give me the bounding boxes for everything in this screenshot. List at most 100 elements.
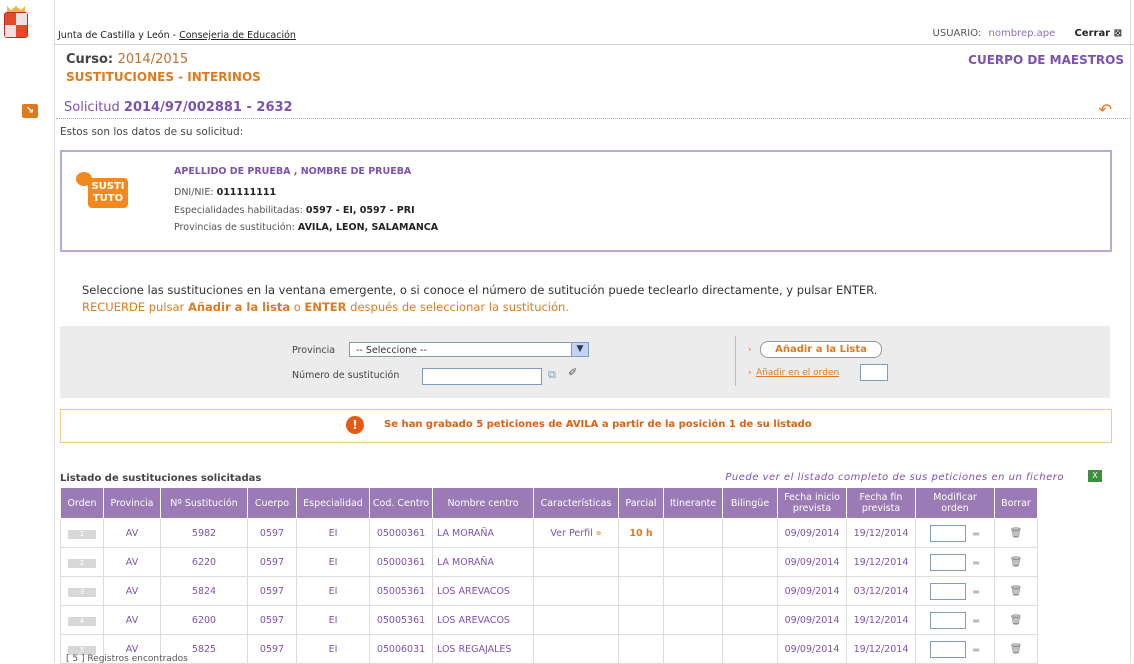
modify-order-input[interactable] [930, 524, 967, 542]
cell-esp: EI [296, 576, 370, 606]
chevron-down-icon[interactable]: ▼ [571, 343, 588, 356]
solicitud-label: Solicitud [64, 100, 120, 115]
user-label: USUARIO: [932, 28, 982, 39]
lookup-icon[interactable]: ⧉ [548, 368, 556, 382]
cell-esp: EI [296, 634, 370, 664]
close-label: Cerrar [1074, 28, 1111, 39]
instr-d: ENTER [304, 300, 347, 314]
delete-icon[interactable]: 🗑 [1010, 615, 1023, 626]
cell-num: 5824 [160, 576, 248, 606]
col-num: Nº Sustitución [160, 487, 248, 519]
table-row: 4 AV 6200 0597 EI 05005361 LOS AREVACOS … [60, 605, 1038, 635]
cell-modificar: ▬ [915, 634, 995, 664]
excel-icon[interactable]: X [1088, 470, 1102, 482]
search-form-panel [60, 326, 1110, 398]
form-separator [735, 336, 736, 386]
numero-sustitucion-input[interactable] [422, 368, 542, 385]
back-arrow-icon[interactable]: ↶ [1099, 100, 1112, 119]
delete-icon[interactable]: 🗑 [1010, 557, 1023, 568]
order-input[interactable] [860, 364, 888, 381]
left-border-line [54, 0, 55, 663]
cell-parcial [618, 547, 664, 577]
ver-perfil-link[interactable]: Ver Perfil » [533, 518, 619, 548]
provincia-select[interactable]: -- Seleccione -- ▼ [349, 342, 589, 357]
add-to-list-button[interactable]: Añadir a la Lista [760, 341, 882, 358]
col-cuerpo: Cuerpo [247, 487, 297, 519]
chevron-right-icon: » [595, 527, 602, 539]
cell-cod: 05005361 [369, 576, 433, 606]
cell-parcial [618, 576, 664, 606]
instr-a: RECUERDE pulsar [82, 300, 188, 314]
cell-parcial [618, 605, 664, 635]
cell-modificar: ▬ [915, 576, 995, 606]
dept-link[interactable]: Consejeria de Educación [179, 30, 296, 41]
add-in-order-link[interactable]: Añadir en el orden [756, 368, 839, 378]
order-badge: 2 [68, 558, 96, 568]
list-title: Listado de sustituciones solicitadas [60, 473, 262, 484]
cell-num: 6220 [160, 547, 248, 577]
list-file-link[interactable]: Puede ver el listado completo de sus pet… [725, 472, 1064, 483]
delete-icon[interactable]: 🗑 [1010, 644, 1023, 655]
modify-order-input[interactable] [930, 611, 967, 629]
logo-text: SUSTI TUTO [88, 178, 128, 208]
logo-text-1: SUSTI [91, 181, 125, 192]
apply-order-icon[interactable]: ▬ [972, 586, 980, 597]
close-session-button[interactable]: Cerrar ⊠ [1074, 28, 1122, 39]
right-border-line [1130, 0, 1131, 663]
cell-borrar: 🗑 [994, 518, 1038, 548]
instr-b: Añadir a la lista [187, 300, 291, 314]
cell-provincia: AV [103, 518, 161, 548]
delete-icon[interactable]: 🗑 [1010, 528, 1023, 539]
apply-order-icon[interactable]: ▬ [972, 528, 980, 539]
prov-label: Provincias de sustitución: [174, 222, 295, 233]
cell-itinerante [663, 634, 723, 664]
crest-icon [4, 6, 28, 38]
close-icon: ⊠ [1113, 28, 1122, 39]
cell-bilingue [722, 605, 778, 635]
col-fin: Fecha fin prevista [846, 487, 916, 519]
row-order: 3 [60, 576, 104, 606]
apply-order-icon[interactable]: ▬ [972, 557, 980, 568]
modify-order-input[interactable] [930, 582, 967, 600]
instr-e: después de seleccionar la sustitución. [346, 300, 569, 314]
provincia-label: Provincia [292, 345, 336, 356]
instr-c: o [290, 300, 305, 314]
cell-inicio: 09/09/2014 [777, 605, 847, 635]
row-order: 1 [60, 518, 104, 548]
applicant-name: APELLIDO DE PRUEBA , NOMBRE DE PRUEBA [174, 166, 412, 177]
cuerpo-title: CUERPO DE MAESTROS [968, 53, 1124, 67]
apply-order-icon[interactable]: ▬ [972, 615, 980, 626]
cell-inicio: 09/09/2014 [777, 547, 847, 577]
instruction-line-2: RECUERDE pulsar Añadir a la lista o ENTE… [82, 300, 569, 314]
col-cod: Cod. Centro [369, 487, 433, 519]
order-badge: 4 [68, 616, 96, 626]
col-orden: Orden [60, 487, 104, 519]
cell-nombre: LOS AREVACOS [432, 605, 534, 635]
numero-label: Número de sustitución [292, 370, 400, 381]
course-year: Curso: 2014/2015 [66, 52, 188, 67]
delete-icon[interactable]: 🗑 [1010, 586, 1023, 597]
eraser-icon[interactable]: ✐ [568, 366, 577, 379]
col-caract: Características [533, 487, 619, 519]
cell-borrar: 🗑 [994, 605, 1038, 635]
cell-num: 5982 [160, 518, 248, 548]
table-row: 1 AV 5982 0597 EI 05000361 LA MORAÑA Ver… [60, 518, 1038, 548]
cell-cod: 05000361 [369, 518, 433, 548]
cell-nombre: LA MORAÑA [432, 518, 534, 548]
ver-perfil-label: Ver Perfil [550, 527, 593, 539]
cell-bilingue [722, 576, 778, 606]
cell-caract [533, 605, 619, 635]
modify-order-input[interactable] [930, 553, 967, 571]
modify-order-input[interactable] [930, 640, 967, 658]
col-borrar: Borrar [994, 487, 1038, 519]
prov-value: AVILA, LEON, SALAMANCA [297, 222, 439, 233]
course-label: Curso: [66, 52, 114, 67]
org-title: Junta de Castilla y León - Consejeria de… [58, 30, 296, 41]
apply-order-icon[interactable]: ▬ [972, 644, 980, 655]
cell-borrar: 🗑 [994, 576, 1038, 606]
logo-text-2: TUTO [92, 193, 124, 204]
cell-esp: EI [296, 547, 370, 577]
dni-value: 011111111 [216, 187, 277, 198]
course-year-value: 2014/2015 [117, 52, 189, 67]
user-name: nombrep.ape [988, 28, 1056, 39]
